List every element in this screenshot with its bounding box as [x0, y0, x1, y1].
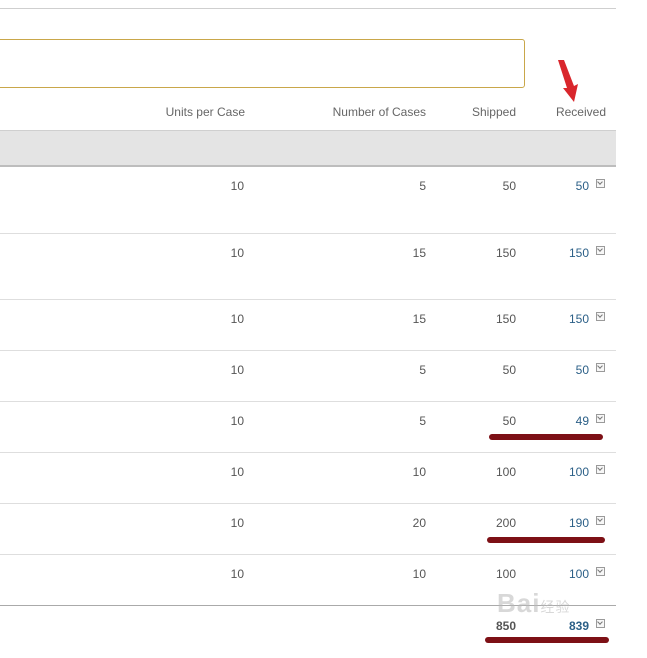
col-header-units-per-case[interactable]: Units per Case: [125, 104, 245, 120]
shipped-cell: 200: [495, 516, 516, 530]
received-value[interactable]: 150: [529, 246, 589, 260]
chevron-down-icon[interactable]: [596, 465, 605, 474]
watermark-text: Bai: [497, 588, 541, 618]
table-row: 10 15 150 150: [0, 234, 616, 300]
number-of-cases-cell: 15: [412, 246, 426, 260]
chevron-down-icon[interactable]: [596, 619, 605, 628]
watermark-subtext: 经验: [540, 599, 571, 615]
number-of-cases-cell: 15: [412, 312, 426, 326]
chevron-down-icon[interactable]: [596, 179, 605, 188]
shipped-total: 850: [495, 619, 516, 633]
watermark-logo: Bai经验: [497, 588, 570, 619]
chevron-down-icon[interactable]: [596, 246, 605, 255]
received-value[interactable]: 50: [529, 363, 589, 377]
received-value[interactable]: 49: [529, 414, 589, 428]
shipped-cell: 50: [502, 414, 516, 428]
col-header-shipped[interactable]: Shipped: [436, 104, 516, 120]
chevron-down-icon[interactable]: [596, 567, 605, 576]
units-per-case-cell: 10: [230, 567, 244, 581]
number-of-cases-cell: 10: [412, 567, 426, 581]
red-arrow-annotation: [558, 60, 578, 102]
table-row: 10 15 150 150: [0, 300, 616, 351]
number-of-cases-cell: 20: [412, 516, 426, 530]
chevron-down-icon[interactable]: [596, 312, 605, 321]
number-of-cases-cell: 5: [419, 363, 426, 377]
col-header-number-of-cases[interactable]: Number of Cases: [286, 104, 426, 120]
search-input[interactable]: [0, 39, 525, 88]
table-row: 10 5 50 50: [0, 351, 616, 402]
shipped-cell: 50: [502, 179, 516, 193]
units-per-case-cell: 10: [230, 516, 244, 530]
received-value[interactable]: 150: [529, 312, 589, 326]
units-per-case-cell: 10: [230, 363, 244, 377]
chevron-down-icon[interactable]: [596, 363, 605, 372]
received-value[interactable]: 50: [529, 179, 589, 193]
table-row: 10 5 50 49: [0, 402, 616, 453]
group-header-band: [0, 131, 616, 167]
top-divider: [0, 8, 616, 9]
chevron-down-icon[interactable]: [596, 414, 605, 423]
number-of-cases-cell: 5: [419, 414, 426, 428]
shipped-cell: 50: [502, 363, 516, 377]
shipped-cell: 150: [495, 246, 516, 260]
shipped-cell: 100: [495, 465, 516, 479]
table-row: 10 10 100 100: [0, 453, 616, 504]
received-value[interactable]: 100: [529, 567, 589, 581]
red-underline-annotation: [489, 434, 603, 440]
units-per-case-cell: 10: [230, 312, 244, 326]
red-underline-annotation: [487, 537, 605, 543]
units-per-case-cell: 10: [230, 414, 244, 428]
col-header-received[interactable]: Received: [526, 104, 606, 120]
received-value[interactable]: 190: [529, 516, 589, 530]
chevron-down-icon[interactable]: [596, 516, 605, 525]
table-row: 10 20 200 190: [0, 504, 616, 555]
units-per-case-cell: 10: [230, 246, 244, 260]
number-of-cases-cell: 10: [412, 465, 426, 479]
units-per-case-cell: 10: [230, 465, 244, 479]
table-row: 10 5 50 50: [0, 167, 616, 234]
shipped-cell: 100: [495, 567, 516, 581]
received-value[interactable]: 100: [529, 465, 589, 479]
shipped-cell: 150: [495, 312, 516, 326]
number-of-cases-cell: 5: [419, 179, 426, 193]
units-per-case-cell: 10: [230, 179, 244, 193]
received-total[interactable]: 839: [529, 619, 589, 633]
red-underline-annotation: [485, 637, 609, 643]
